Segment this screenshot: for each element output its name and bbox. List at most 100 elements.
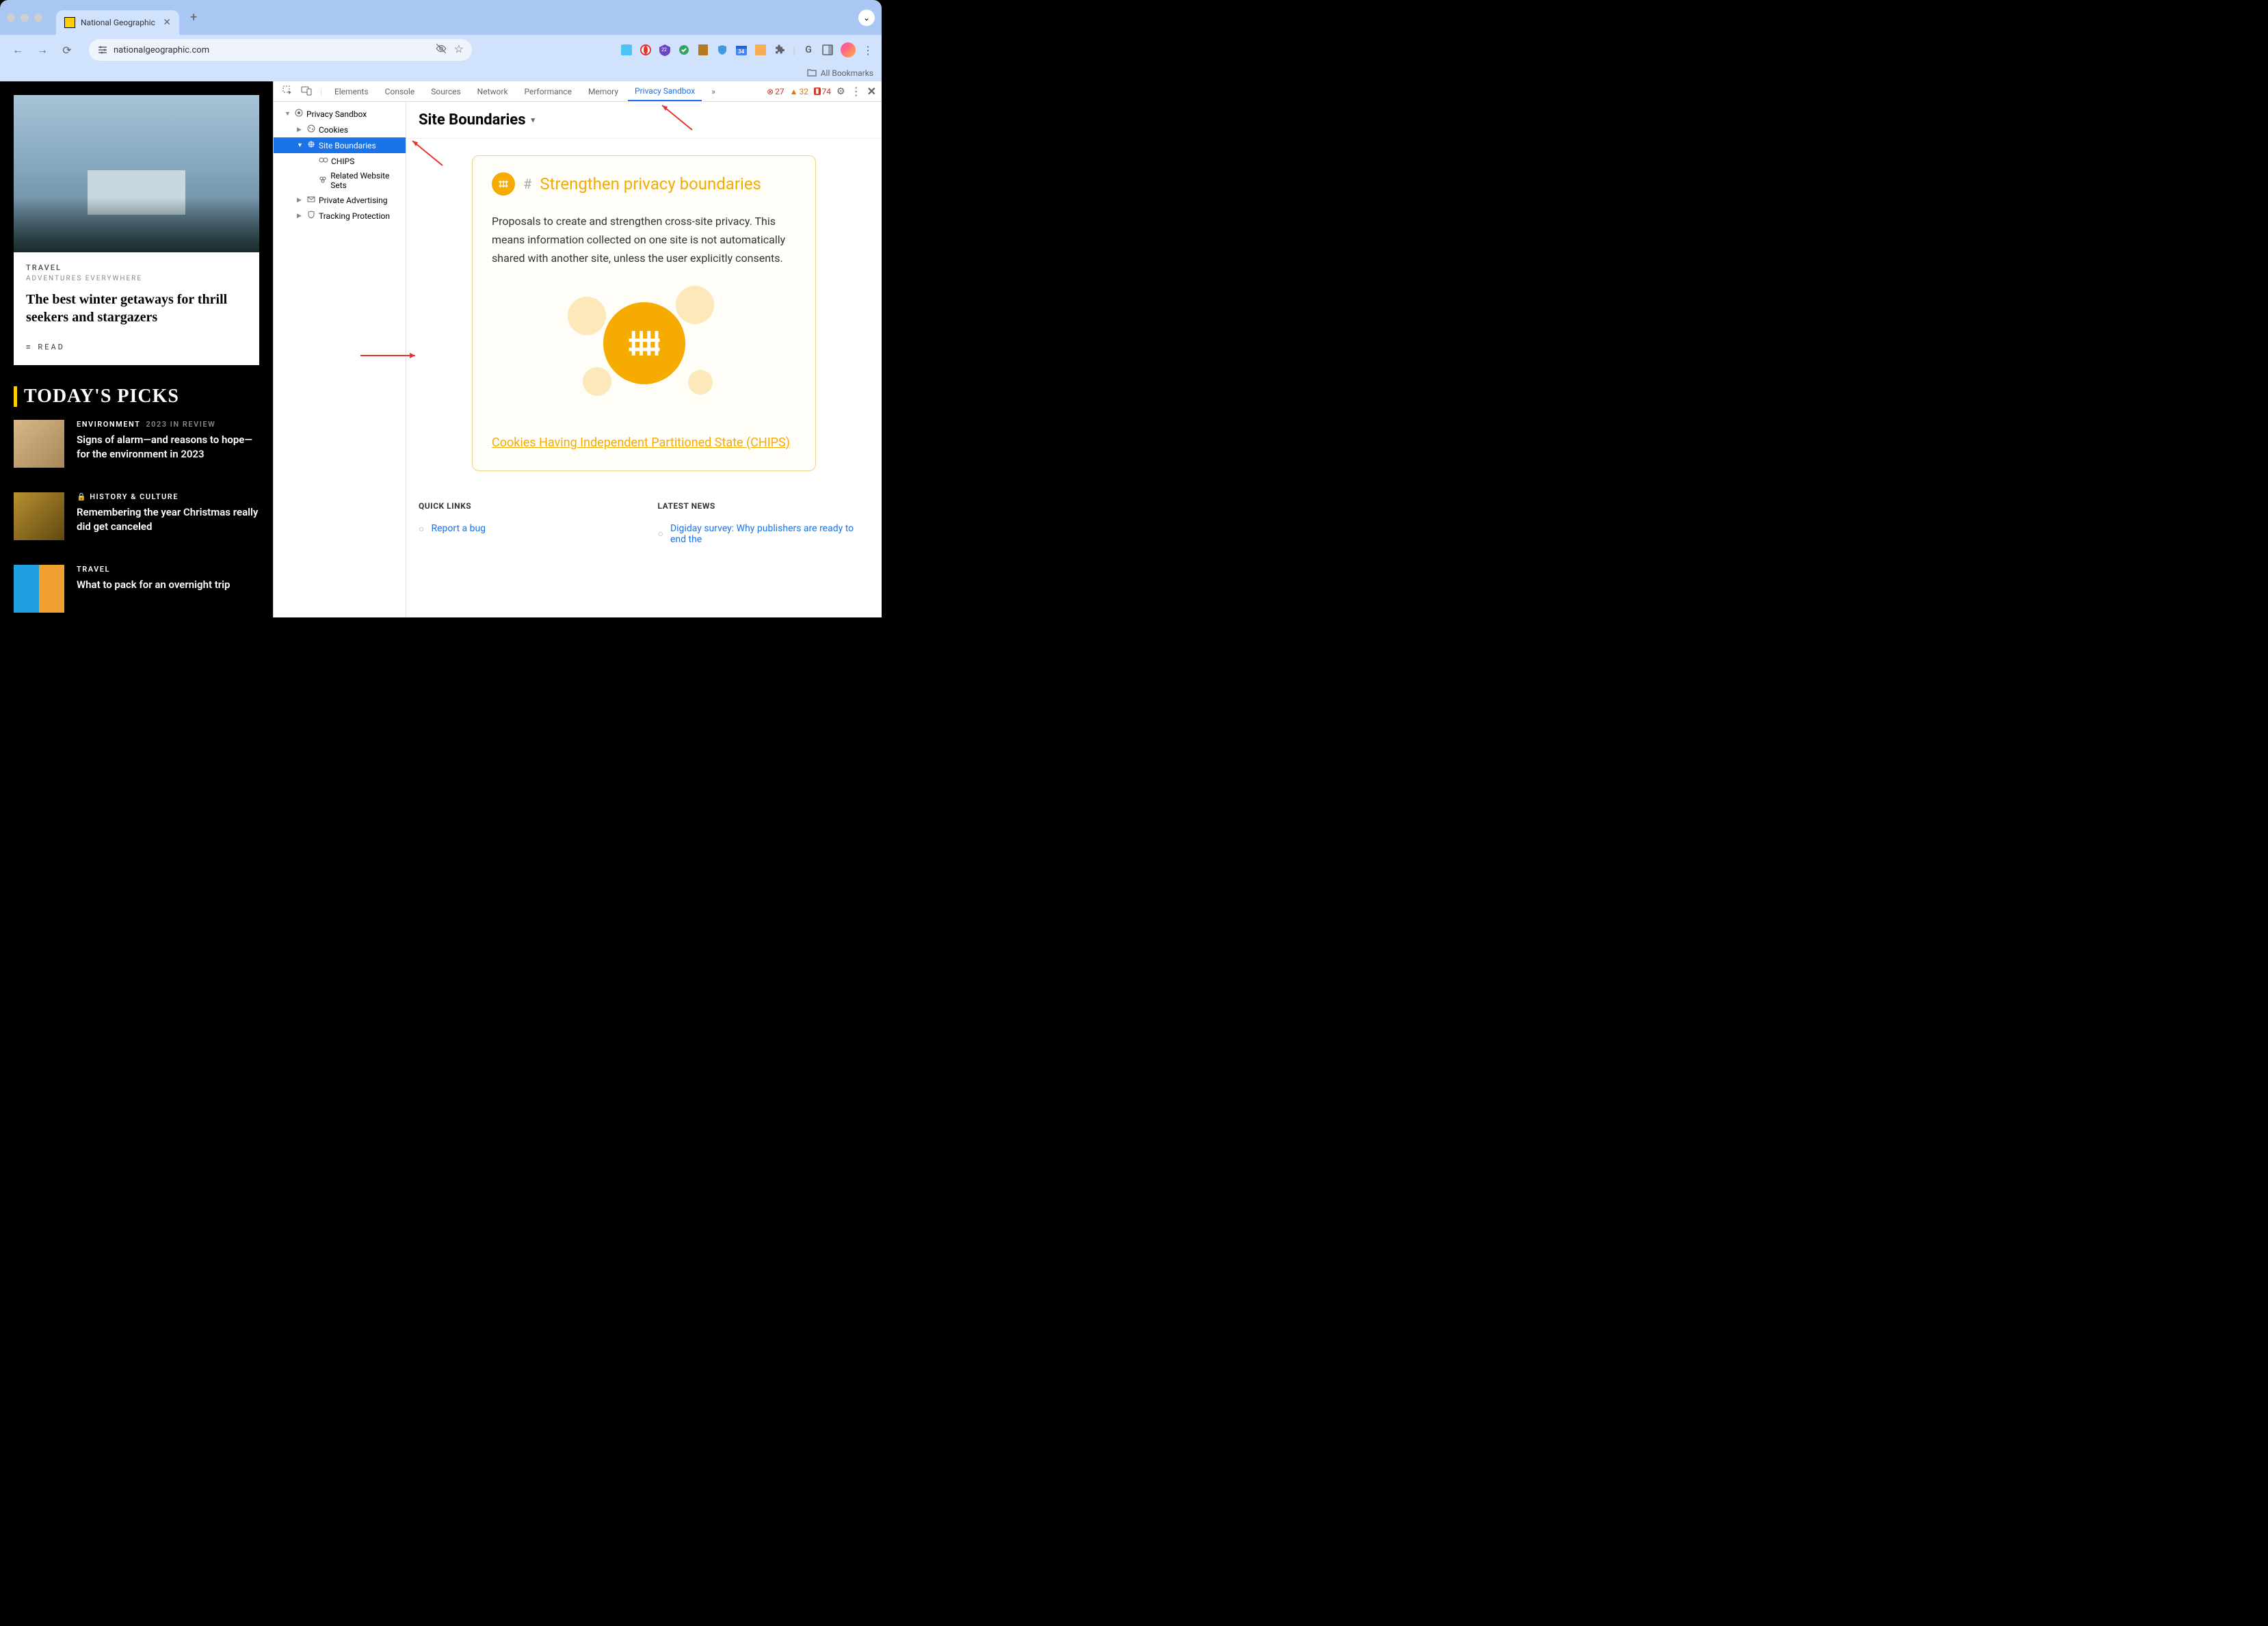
article-title: The best winter getaways for thrill seek… [26, 291, 247, 326]
extension-icons: 22 34 | G ⋮ [620, 42, 873, 57]
pick-thumbnail [14, 565, 64, 613]
address-bar[interactable]: nationalgeographic.com ☆ [89, 39, 472, 61]
sets-icon [318, 175, 328, 187]
tree-cookies[interactable]: ▶ Cookies [274, 122, 406, 137]
extension-icon[interactable] [620, 44, 633, 56]
dropdown-icon[interactable]: ▾ [531, 116, 536, 124]
google-icon[interactable]: G [802, 44, 815, 56]
maximize-window-button[interactable] [34, 14, 42, 22]
close-window-button[interactable] [7, 14, 15, 22]
devtools-sidebar-tree: ▼ Privacy Sandbox ▶ Cookies ▼ Site Bound… [274, 102, 406, 617]
tab-console[interactable]: Console [378, 81, 422, 101]
chrome-menu-button[interactable]: ⋮ [862, 44, 873, 57]
search-tabs-button[interactable]: ⌄ [858, 10, 875, 26]
tree-related-sets[interactable]: Related Website Sets [274, 169, 406, 192]
fence-badge-icon [492, 172, 515, 196]
news-link[interactable]: ○ Digiday survey: Why publishers are rea… [658, 523, 870, 545]
issues-badge[interactable]: ▮74 [814, 87, 831, 96]
article-subcategory: ADVENTURES EVERYWHERE [26, 275, 247, 282]
browser-tab[interactable]: National Geographic ✕ [56, 10, 179, 35]
shield-icon[interactable] [716, 44, 728, 56]
check-icon[interactable] [678, 44, 690, 56]
errors-badge[interactable]: ⊗27 [767, 87, 784, 96]
boundaries-icon [306, 139, 316, 151]
back-button[interactable]: ← [8, 40, 27, 59]
picks-heading: TODAY'S PICKS [0, 386, 273, 408]
close-devtools-button[interactable]: ✕ [867, 85, 876, 98]
extension-icon[interactable] [697, 44, 709, 56]
eye-off-icon[interactable] [435, 42, 447, 57]
minimize-window-button[interactable] [21, 14, 29, 22]
tab-elements[interactable]: Elements [328, 81, 375, 101]
tab-privacy-sandbox[interactable]: Privacy Sandbox [628, 81, 702, 101]
bookmark-star-icon[interactable]: ☆ [454, 42, 464, 57]
natgeo-favicon [64, 17, 75, 28]
tab-memory[interactable]: Memory [581, 81, 625, 101]
more-tabs-button[interactable]: » [704, 81, 722, 101]
warnings-badge[interactable]: ▲32 [790, 87, 808, 96]
tab-title: National Geographic [81, 18, 155, 27]
extension-icon[interactable] [754, 44, 767, 56]
featured-article-card[interactable]: TRAVEL ADVENTURES EVERYWHERE The best wi… [14, 95, 259, 365]
devtools-main-panel: Site Boundaries ▾ # Strengthen privacy b… [406, 102, 882, 617]
page-content: TRAVEL ADVENTURES EVERYWHERE The best wi… [0, 81, 273, 617]
pick-title: What to pack for an overnight trip [77, 578, 230, 592]
new-tab-button[interactable]: + [185, 8, 202, 27]
devtools-menu-button[interactable]: ⋮ [851, 85, 862, 98]
profile-avatar[interactable] [841, 42, 856, 57]
extensions-menu-icon[interactable] [774, 44, 786, 56]
close-tab-button[interactable]: ✕ [163, 17, 171, 28]
panel-title: Site Boundaries ▾ [406, 102, 882, 139]
pick-title: Remembering the year Christmas really di… [77, 505, 259, 534]
pick-item[interactable]: TRAVEL What to pack for an overnight tri… [0, 552, 273, 617]
tree-privacy-sandbox[interactable]: ▼ Privacy Sandbox [274, 106, 406, 122]
pick-item[interactable]: 🔒HISTORY & CULTURE Remembering the year … [0, 480, 273, 552]
window-controls [7, 14, 42, 22]
folder-icon [807, 68, 817, 79]
device-toggle-icon[interactable] [298, 85, 315, 98]
tab-network[interactable]: Network [471, 81, 515, 101]
bookmarks-bar: All Bookmarks [0, 65, 882, 81]
inspect-icon[interactable] [279, 85, 295, 98]
article-hero-image [14, 95, 259, 252]
extension-badge-icon[interactable]: 22 [659, 44, 671, 56]
pick-item[interactable]: ENVIRONMENT2023 IN REVIEW Signs of alarm… [0, 408, 273, 480]
shield-icon [306, 210, 316, 222]
calendar-icon[interactable]: 34 [735, 44, 748, 56]
lock-icon: 🔒 [77, 492, 87, 501]
forward-button[interactable]: → [33, 40, 52, 59]
tree-site-boundaries[interactable]: ▼ Site Boundaries [274, 137, 406, 153]
card-illustration [569, 289, 720, 405]
mail-icon [306, 194, 316, 206]
info-card: # Strengthen privacy boundaries Proposal… [472, 155, 816, 471]
hash-icon: # [523, 176, 531, 192]
report-bug-link[interactable]: ○ Report a bug [419, 523, 631, 535]
read-button[interactable]: ≡ READ [26, 343, 247, 351]
tree-private-advertising[interactable]: ▶ Private Advertising [274, 192, 406, 208]
list-icon: ≡ [26, 343, 32, 351]
browser-tab-bar: National Geographic ✕ + ⌄ [0, 0, 882, 35]
tree-tracking-protection[interactable]: ▶ Tracking Protection [274, 208, 406, 224]
tree-chips[interactable]: CHIPS [274, 153, 406, 169]
latest-news-section: LATEST NEWS ○ Digiday survey: Why publis… [658, 501, 870, 545]
reload-button[interactable]: ⟳ [57, 40, 77, 59]
settings-icon[interactable]: ⚙ [836, 86, 845, 97]
sidepanel-icon[interactable] [821, 44, 834, 56]
article-category: TRAVEL [26, 263, 247, 272]
pick-thumbnail [14, 492, 64, 540]
sandbox-icon [294, 108, 304, 120]
pick-thumbnail [14, 420, 64, 468]
card-title: Strengthen privacy boundaries [540, 174, 761, 194]
chips-icon [319, 155, 328, 167]
tab-performance[interactable]: Performance [518, 81, 579, 101]
tab-sources[interactable]: Sources [424, 81, 467, 101]
url-text: nationalgeographic.com [114, 45, 209, 55]
opera-icon[interactable] [639, 44, 652, 56]
devtools-panel: | Elements Console Sources Network Perfo… [273, 81, 882, 617]
devtools-tabs: | Elements Console Sources Network Perfo… [274, 81, 882, 102]
site-controls-icon[interactable] [97, 44, 108, 55]
quick-links-section: QUICK LINKS ○ Report a bug [419, 501, 631, 545]
cookie-icon [306, 124, 316, 135]
all-bookmarks-link[interactable]: All Bookmarks [821, 68, 873, 78]
chips-link[interactable]: Cookies Having Independent Partitioned S… [492, 436, 790, 450]
